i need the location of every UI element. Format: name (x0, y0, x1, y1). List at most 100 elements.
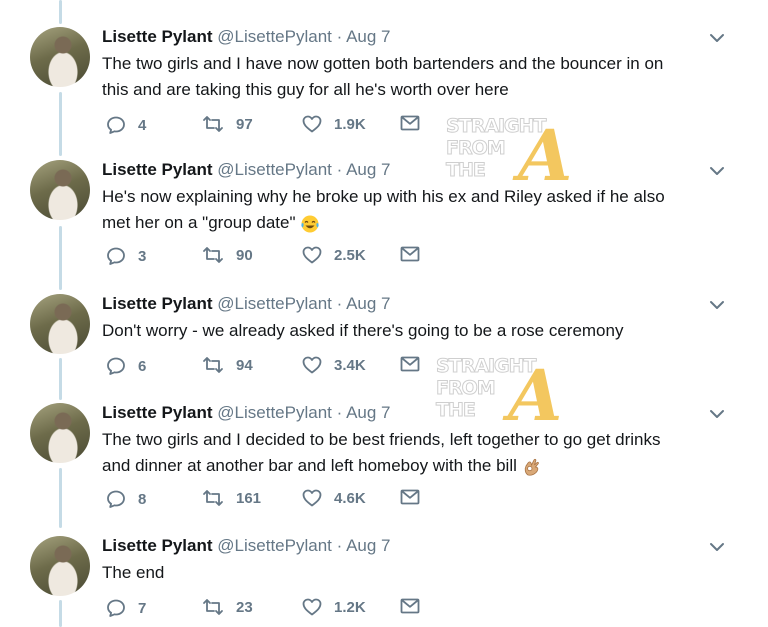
separator-dot: · (336, 160, 343, 179)
chevron-down-icon[interactable] (708, 540, 726, 554)
separator-dot: · (336, 403, 343, 422)
tears-of-joy-emoji-icon (301, 215, 319, 233)
user-handle[interactable]: @LisettePylant (217, 160, 332, 179)
message-button[interactable] (400, 598, 420, 614)
like-count: 2.5K (334, 246, 366, 264)
like-count: 1.9K (334, 115, 366, 133)
tweet[interactable]: Lisette Pylant @LisettePylant · Aug 7 Th… (0, 536, 768, 627)
envelope-icon (400, 489, 420, 505)
reply-icon (107, 357, 125, 375)
user-handle[interactable]: @LisettePylant (217, 403, 332, 422)
message-button[interactable] (400, 356, 420, 372)
heart-icon (302, 489, 322, 507)
like-button[interactable]: 4.6K (302, 489, 366, 507)
ok-hand-emoji-icon (524, 458, 539, 476)
retweet-icon (203, 116, 223, 132)
like-count: 3.4K (334, 356, 366, 374)
user-handle[interactable]: @LisettePylant (217, 294, 332, 313)
message-button[interactable] (400, 115, 420, 131)
retweet-count: 97 (236, 115, 253, 133)
heart-icon (302, 598, 322, 616)
separator-dot: · (336, 27, 343, 46)
tweet-date[interactable]: Aug 7 (346, 294, 390, 313)
tweet-text-line: Don't worry - we already asked if there'… (102, 321, 624, 340)
reply-icon (107, 599, 125, 617)
tweet-date[interactable]: Aug 7 (346, 27, 390, 46)
retweet-button[interactable]: 94 (202, 356, 253, 374)
chevron-down-icon[interactable] (708, 31, 726, 45)
avatar[interactable] (30, 536, 90, 596)
tweet[interactable]: Lisette Pylant @LisettePylant · Aug 7 He… (0, 160, 768, 280)
like-count: 4.6K (334, 489, 366, 507)
user-handle[interactable]: @LisettePylant (217, 27, 332, 46)
tweet-text-line: and dinner at another bar and left homeb… (102, 456, 517, 475)
display-name[interactable]: Lisette Pylant (102, 536, 213, 555)
separator-dot: · (336, 536, 343, 555)
like-button[interactable]: 2.5K (302, 246, 366, 264)
tweet-text: The two girls and I decided to be best f… (102, 427, 702, 479)
tweet-text-line: The two girls and I decided to be best f… (102, 430, 661, 449)
retweet-button[interactable]: 97 (202, 115, 253, 133)
message-button[interactable] (400, 489, 420, 505)
retweet-icon (203, 357, 223, 373)
reply-count: 6 (138, 357, 147, 375)
reply-icon (107, 116, 125, 134)
reply-button[interactable]: 4 (106, 115, 146, 135)
retweet-count: 90 (236, 246, 253, 264)
like-count: 1.2K (334, 598, 366, 616)
retweet-button[interactable]: 161 (202, 489, 261, 507)
like-button[interactable]: 1.9K (302, 115, 366, 133)
thread-line (59, 0, 62, 24)
reply-count: 7 (138, 599, 147, 617)
reply-button[interactable]: 7 (106, 598, 146, 618)
retweet-icon (203, 599, 223, 615)
tweet-text: Don't worry - we already asked if there'… (102, 318, 702, 344)
tweet-text-line: The end (102, 563, 165, 582)
tweet-header: Lisette Pylant @LisettePylant · Aug 7 (102, 160, 391, 180)
message-button[interactable] (400, 246, 420, 262)
tweet[interactable]: Lisette Pylant @LisettePylant · Aug 7 Do… (0, 294, 768, 394)
heart-icon (302, 356, 322, 374)
reply-button[interactable]: 8 (106, 489, 146, 509)
tweet-header: Lisette Pylant @LisettePylant · Aug 7 (102, 27, 391, 47)
reply-count: 4 (138, 116, 147, 134)
retweet-button[interactable]: 90 (202, 246, 253, 264)
envelope-icon (400, 246, 420, 262)
tweet-date[interactable]: Aug 7 (346, 403, 390, 422)
tweet-date[interactable]: Aug 7 (346, 160, 390, 179)
chevron-down-icon[interactable] (708, 407, 726, 421)
display-name[interactable]: Lisette Pylant (102, 160, 213, 179)
chevron-down-icon[interactable] (708, 298, 726, 312)
tweet-text-line: He's now explaining why he broke up with… (102, 187, 665, 206)
display-name[interactable]: Lisette Pylant (102, 403, 213, 422)
tweet-header: Lisette Pylant @LisettePylant · Aug 7 (102, 294, 391, 314)
tweet[interactable]: Lisette Pylant @LisettePylant · Aug 7 Th… (0, 27, 768, 147)
reply-count: 8 (138, 490, 147, 508)
tweet[interactable]: Lisette Pylant @LisettePylant · Aug 7 Th… (0, 403, 768, 523)
envelope-icon (400, 598, 420, 614)
heart-icon (302, 246, 322, 264)
tweet-date[interactable]: Aug 7 (346, 536, 390, 555)
chevron-down-icon[interactable] (708, 164, 726, 178)
like-button[interactable]: 3.4K (302, 356, 366, 374)
avatar[interactable] (30, 294, 90, 354)
avatar[interactable] (30, 160, 90, 220)
retweet-count: 161 (236, 489, 262, 507)
tweet-header: Lisette Pylant @LisettePylant · Aug 7 (102, 403, 391, 423)
retweet-button[interactable]: 23 (202, 598, 253, 616)
reply-button[interactable]: 3 (106, 246, 146, 266)
display-name[interactable]: Lisette Pylant (102, 294, 213, 313)
reply-button[interactable]: 6 (106, 356, 146, 376)
avatar[interactable] (30, 27, 90, 87)
tweet-text: He's now explaining why he broke up with… (102, 184, 702, 236)
user-handle[interactable]: @LisettePylant (217, 536, 332, 555)
tweet-header: Lisette Pylant @LisettePylant · Aug 7 (102, 536, 391, 556)
avatar[interactable] (30, 403, 90, 463)
retweet-count: 23 (236, 598, 253, 616)
retweet-count: 94 (236, 356, 253, 374)
tweet-text: The two girls and I have now gotten both… (102, 51, 702, 103)
like-button[interactable]: 1.2K (302, 598, 366, 616)
separator-dot: · (336, 294, 343, 313)
display-name[interactable]: Lisette Pylant (102, 27, 213, 46)
reply-icon (107, 247, 125, 265)
